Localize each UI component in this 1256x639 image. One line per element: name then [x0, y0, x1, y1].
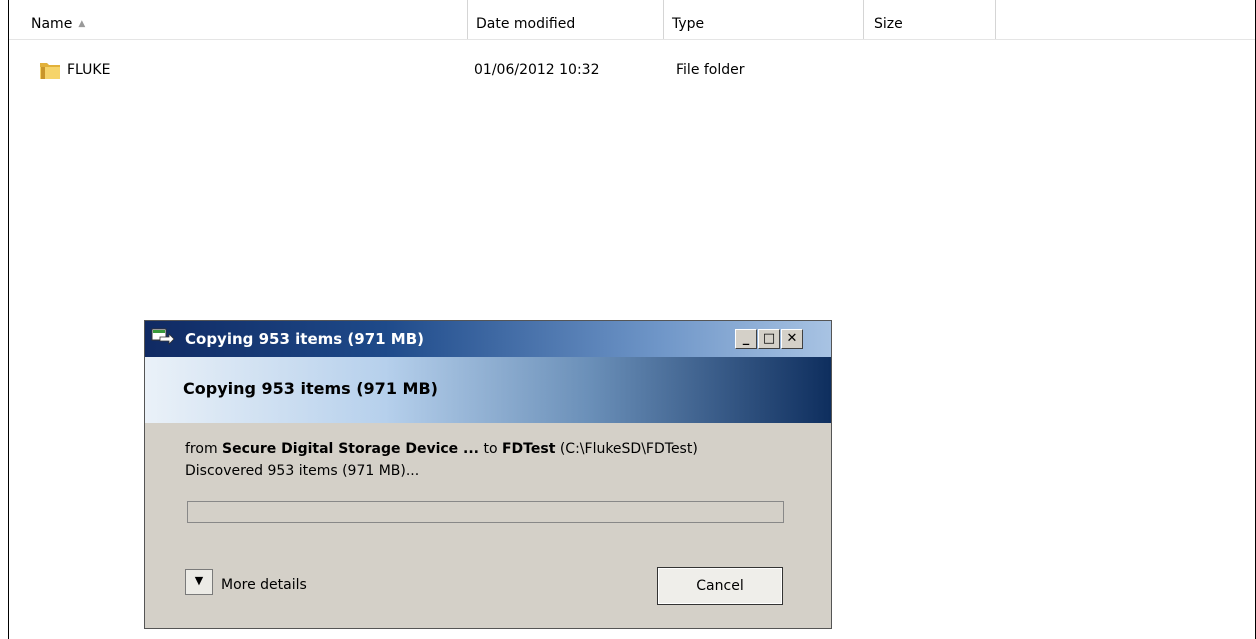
chevron-down-icon: ▼: [194, 574, 204, 587]
dialog-titlebar[interactable]: Copying 953 items (971 MB) _ □ ✕: [145, 321, 831, 357]
column-header-size[interactable]: Size: [864, 0, 996, 39]
file-row[interactable]: FLUKE 01/06/2012 10:32 File folder: [9, 58, 1255, 82]
file-type: File folder: [676, 62, 745, 78]
column-header-type-label: Type: [672, 16, 705, 32]
banner-heading: Copying 953 items (971 MB): [183, 379, 438, 398]
file-name: FLUKE: [67, 62, 111, 78]
file-date-modified: 01/06/2012 10:32: [474, 62, 600, 78]
column-header-empty: [996, 0, 1255, 39]
sort-ascending-icon: ▲: [78, 19, 86, 29]
maximize-button[interactable]: □: [758, 329, 780, 349]
source-device: Secure Digital Storage Device ...: [222, 441, 480, 457]
copy-progress-dialog: Copying 953 items (971 MB) _ □ ✕ Copying…: [144, 320, 832, 629]
column-header-type[interactable]: Type: [664, 0, 864, 39]
column-header-bar: Name ▲ Date modified Type Size: [9, 0, 1255, 40]
copy-source-destination: from Secure Digital Storage Device ... t…: [185, 441, 698, 457]
destination-folder: FDTest: [501, 441, 556, 457]
column-header-name-label: Name: [31, 16, 73, 32]
column-header-size-label: Size: [874, 16, 903, 32]
column-header-date-modified[interactable]: Date modified: [468, 0, 664, 39]
close-button[interactable]: ✕: [781, 329, 803, 349]
destination-path: (C:\FlukeSD\FDTest): [555, 441, 698, 457]
minimize-button[interactable]: _: [735, 329, 757, 349]
more-details-toggle[interactable]: ▼: [185, 569, 213, 595]
cancel-button[interactable]: Cancel: [657, 567, 783, 605]
folder-icon: [40, 63, 60, 79]
copy-status-text: Discovered 953 items (971 MB)...: [185, 463, 420, 479]
column-header-name[interactable]: Name ▲: [9, 0, 468, 39]
from-prefix: from: [185, 441, 223, 457]
progress-bar: [187, 501, 784, 523]
column-header-date-label: Date modified: [476, 16, 576, 32]
more-details-label[interactable]: More details: [221, 577, 307, 593]
dialog-banner: Copying 953 items (971 MB): [145, 357, 831, 423]
dialog-title: Copying 953 items (971 MB): [185, 330, 425, 348]
copy-icon: [151, 328, 175, 345]
to-word: to: [479, 441, 502, 457]
